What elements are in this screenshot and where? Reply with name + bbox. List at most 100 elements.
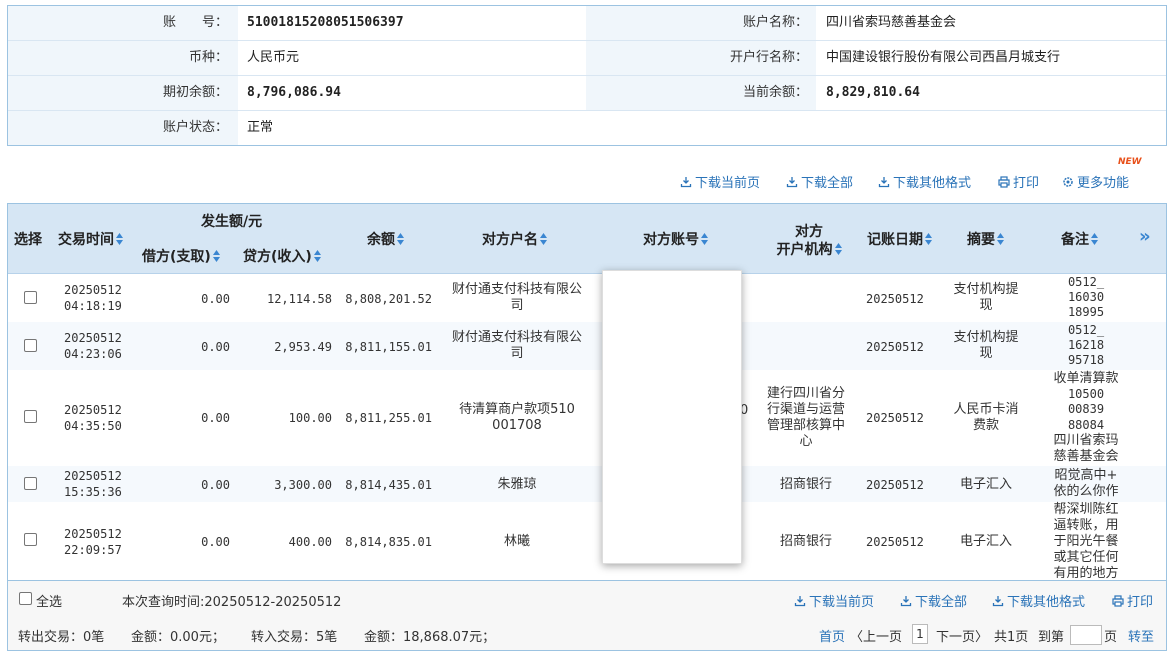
row-remark-line: 0512_ (1067, 275, 1105, 289)
row-date: 20250512 (64, 331, 122, 345)
row-remark-line: 16030 (1067, 290, 1105, 304)
header-counterparty-bank-line1: 对方 (795, 224, 823, 240)
download-icon (992, 596, 1004, 607)
sort-icon (834, 243, 842, 255)
row-credit: 3,300.00 (274, 478, 332, 492)
row-remark-line: 或其它任何 (1053, 550, 1119, 565)
footer-print-link[interactable]: 打印 (1112, 591, 1153, 610)
select-all-checkbox[interactable] (19, 592, 32, 605)
table-header: 选择 交易时间 发生额/元 借方(支取) 贷方(收入) 余额 对方户名 对方账号… (8, 204, 1166, 274)
row-post-date: 20250512 (866, 535, 924, 549)
row-counterparty-name: 财付通支付科技有限公司 (440, 282, 594, 314)
print-link[interactable]: 打印 (998, 172, 1039, 191)
row-summary-line2: 现 (979, 298, 993, 313)
row-summary-line1: 支付机构提 (953, 330, 1019, 345)
row-summary: 电子汇入 (959, 477, 1012, 492)
header-post-date[interactable]: 记账日期 (867, 231, 932, 249)
footer-download-all-label: 下载全部 (915, 595, 968, 610)
table-row: 20250512 22:09:57 0.00 400.00 8,814,835.… (8, 502, 1166, 580)
goto-page-input[interactable] (1070, 625, 1102, 645)
row-counterparty-bank: 招商银行 (779, 534, 832, 549)
transaction-table: 选择 交易时间 发生额/元 借方(支取) 贷方(收入) 余额 对方户名 对方账号… (7, 203, 1167, 581)
row-name-line1: 财付通支付科技有限公 (451, 282, 582, 297)
row-bank-line: 行渠道与运营 (766, 402, 845, 417)
print-label: 打印 (1013, 176, 1040, 191)
row-checkbox[interactable] (24, 533, 37, 546)
row-balance: 8,811,155.01 (345, 340, 432, 354)
download-icon (900, 596, 912, 607)
row-name-line2: 001708 (492, 418, 542, 433)
header-counterparty-name[interactable]: 对方户名 (482, 231, 547, 249)
row-debit: 0.00 (201, 292, 230, 306)
header-counterparty-account[interactable]: 对方账号 (643, 231, 708, 249)
sort-icon (540, 233, 547, 245)
row-credit: 100.00 (288, 411, 332, 425)
prev-page-link[interactable]: 〈上一页 (850, 626, 902, 645)
row-remark-line: 10500 (1067, 386, 1105, 401)
download-other-label: 下载其他格式 (893, 176, 972, 191)
first-page-link[interactable]: 首页 (819, 626, 845, 645)
info-row-currency: 币种： 人民币元 开户行名称： 中国建设银行股份有限公司西昌月城支行 (8, 41, 1166, 76)
header-balance[interactable]: 余额 (367, 231, 404, 249)
row-counterparty-name: 朱雅琼 (497, 477, 537, 492)
footer-download-page-link[interactable]: 下载当前页 (794, 591, 874, 610)
row-summary: 电子汇入 (959, 534, 1012, 549)
table-row: 20250512 04:23:06 0.00 2,953.49 8,811,15… (8, 322, 1166, 370)
header-time[interactable]: 交易时间 (58, 231, 123, 249)
total-pages-text: 共1页 (994, 630, 1029, 645)
footer-download-other-link[interactable]: 下载其他格式 (992, 591, 1085, 610)
download-page-link[interactable]: 下载当前页 (680, 172, 760, 191)
row-counterparty-bank: 招商银行 (779, 477, 832, 492)
info-row-account: 账 号： 51001815208051506397 账户名称： 四川省索玛慈善基… (8, 6, 1166, 41)
row-time: 04:23:06 (64, 347, 122, 361)
status-value: 正常 (247, 120, 274, 135)
out-amount-text: 金额：0.00元； (131, 630, 225, 645)
row-checkbox[interactable] (24, 291, 37, 304)
header-select: 选择 (14, 232, 42, 248)
row-summary-line1: 人民币卡消 (953, 402, 1019, 417)
row-remark: 收单清算款 10500 00839 88084 四川省索玛 慈善基金会 (1040, 371, 1132, 464)
status-label: 账户状态： (162, 120, 228, 135)
account-name-label: 账户名称： (742, 15, 808, 30)
current-page-indicator[interactable]: 1 (912, 624, 928, 644)
row-time: 22:09:57 (64, 543, 122, 557)
row-balance: 8,814,835.01 (345, 535, 432, 549)
go-button[interactable]: 转至 (1128, 626, 1154, 645)
table-row: 20250512 04:18:19 0.00 12,114.58 8,808,2… (8, 274, 1166, 322)
row-date: 20250512 (64, 527, 122, 541)
more-columns-button[interactable]: » (1139, 228, 1151, 246)
row-name-line2: 司 (510, 346, 524, 361)
info-row-balance: 期初余额： 8,796,086.94 当前余额： 8,829,810.64 (8, 76, 1166, 111)
currency-label: 币种： (188, 50, 228, 65)
download-all-link[interactable]: 下载全部 (786, 172, 853, 191)
header-credit-label: 贷方(收入) (243, 249, 312, 265)
redaction-overlay (602, 270, 742, 564)
header-counterparty-bank[interactable]: 对方 开户机构 (774, 223, 844, 259)
header-debit[interactable]: 借方(支取) (142, 248, 220, 266)
header-remark[interactable]: 备注 (1061, 231, 1098, 249)
download-page-label: 下载当前页 (695, 176, 761, 191)
row-bank-line: 心 (799, 434, 813, 449)
row-credit: 12,114.58 (266, 292, 332, 306)
download-other-link[interactable]: 下载其他格式 (878, 172, 971, 191)
header-counterparty-name-label: 对方户名 (482, 232, 538, 248)
row-balance: 8,808,201.52 (345, 292, 432, 306)
row-name-line1: 财付通支付科技有限公 (451, 330, 582, 345)
row-debit: 0.00 (201, 340, 230, 354)
row-summary: 人民币卡消 费款 (946, 402, 1026, 434)
row-remark-line: 四川省索玛 (1053, 433, 1119, 448)
header-credit[interactable]: 贷方(收入) (243, 248, 321, 266)
row-remark-line: 慈善基金会 (1053, 448, 1119, 464)
page-unit-label: 页 (1104, 630, 1118, 645)
row-checkbox[interactable] (24, 410, 37, 423)
download-icon (878, 177, 890, 188)
footer-download-all-link[interactable]: 下载全部 (900, 591, 967, 610)
row-checkbox[interactable] (24, 339, 37, 352)
more-functions-label: 更多功能 (1077, 176, 1130, 191)
row-summary-line2: 现 (979, 346, 993, 361)
currency-value: 人民币元 (247, 50, 300, 65)
more-functions-link[interactable]: 更多功能 (1062, 172, 1129, 191)
header-summary[interactable]: 摘要 (967, 231, 1004, 249)
next-page-link[interactable]: 下一页〉 (936, 626, 988, 645)
row-checkbox[interactable] (24, 477, 37, 490)
